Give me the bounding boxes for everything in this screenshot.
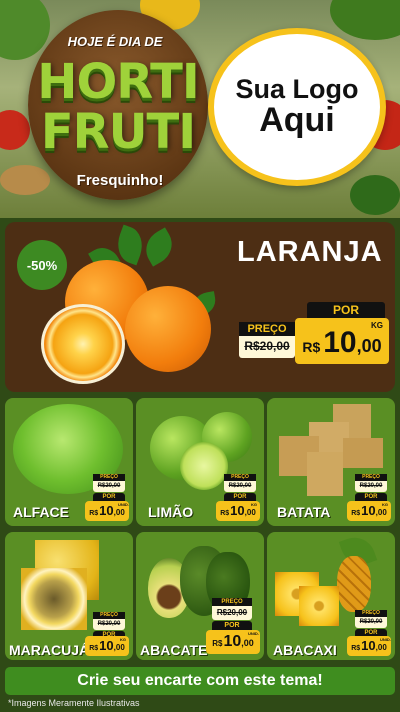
price-integer: 10 xyxy=(99,638,114,653)
product-card-maracuja[interactable]: MARACUJÁ PREÇO R$20,00 POR R$ 10 ,00 KG xyxy=(5,532,133,660)
preco-label: PREÇO xyxy=(239,322,295,336)
old-price: R$20,00 xyxy=(97,483,121,489)
price-integer: 10 xyxy=(323,326,357,359)
price-integer: 10 xyxy=(230,503,245,518)
price-decimal: ,00 xyxy=(113,508,125,517)
old-price-box: PREÇO R$20,00 xyxy=(355,610,387,628)
price-decimal: ,00 xyxy=(113,643,125,652)
por-label: POR xyxy=(93,493,125,501)
leaf-icon xyxy=(139,227,179,267)
preco-label: PREÇO xyxy=(224,474,256,481)
preco-label: PREÇO xyxy=(93,474,125,481)
product-card-abacaxi[interactable]: ABACAXI PREÇO R$20,00 POR R$ 10 ,00 UNID… xyxy=(267,532,395,660)
orange-slice-image xyxy=(41,304,125,384)
discount-badge: -50% xyxy=(17,240,67,290)
price-currency: R$ xyxy=(220,510,230,517)
product-name: LIMÃO xyxy=(148,504,194,520)
old-price-box: PREÇO R$20,00 xyxy=(93,474,125,492)
old-price: R$20,00 xyxy=(97,621,121,627)
product-name: MARACUJÁ xyxy=(9,642,90,658)
price-integer: 10 xyxy=(99,503,114,518)
pineapple-image xyxy=(337,556,371,612)
passion-fruit-half-image xyxy=(21,568,87,630)
product-name: ABACATE xyxy=(140,642,208,658)
price-decimal: ,00 xyxy=(375,508,387,517)
featured-product-name: LARANJA xyxy=(237,236,383,268)
price-currency: R$ xyxy=(302,339,321,355)
product-card-batata[interactable]: BATATA PREÇO R$20,00 POR R$ 10 ,00 KG xyxy=(267,398,395,526)
product-name: BATATA xyxy=(277,504,331,520)
price-decimal: ,00 xyxy=(244,508,256,517)
featured-product-card[interactable]: -50% LARANJA POR PREÇO R$20,00 R$ 10 ,00… xyxy=(5,222,395,392)
price-unit: KG xyxy=(371,321,383,330)
pineapple-slice-image xyxy=(299,586,339,626)
product-name: ABACAXI xyxy=(273,642,337,658)
brand-title-line1: HORTI xyxy=(37,54,199,110)
old-price: R$20,00 xyxy=(216,608,248,617)
price-unit: UNID. xyxy=(380,637,391,642)
por-label: POR xyxy=(307,302,385,318)
disclaimer-text: *Imagens Meramente Ilustrativas xyxy=(8,698,140,708)
price-unit: KG xyxy=(251,502,257,507)
por-label: POR xyxy=(212,621,252,630)
old-price-box: PREÇO R$20,00 xyxy=(93,612,125,630)
price-unit: UNID. xyxy=(118,502,129,507)
new-price-box: R$ 10 ,00 KG xyxy=(295,318,389,364)
preco-label: PREÇO xyxy=(355,474,387,481)
header-tagline: HOJE É DIA DE xyxy=(67,34,163,49)
price-unit: KG xyxy=(120,637,126,642)
logo-text-line2: Aqui xyxy=(259,101,335,140)
price-currency: R$ xyxy=(89,645,99,652)
price-decimal: ,00 xyxy=(375,643,387,652)
logo-placeholder[interactable]: Sua Logo Aqui xyxy=(208,28,386,186)
leaf-decoration xyxy=(330,0,400,40)
cta-banner[interactable]: Crie seu encarte com este tema! xyxy=(5,667,395,695)
por-label: POR xyxy=(224,493,256,501)
brand-title-line2: FRUTI xyxy=(40,104,196,160)
por-label: POR xyxy=(355,493,387,501)
potato-image xyxy=(343,438,383,468)
logo-text-line1: Sua Logo xyxy=(235,73,359,104)
old-price-box: PREÇO R$20,00 xyxy=(239,322,295,358)
price-unit: UNID. xyxy=(248,631,259,636)
price-integer: 10 xyxy=(361,638,376,653)
price-integer: 10 xyxy=(223,633,242,650)
product-card-alface[interactable]: ALFACE PREÇO R$20,00 POR R$ 10 ,00 UNID. xyxy=(5,398,133,526)
old-price-box: PREÇO R$20,00 xyxy=(212,598,252,620)
ginger-decoration xyxy=(0,165,50,195)
price-currency: R$ xyxy=(351,510,361,517)
price-currency: R$ xyxy=(212,639,223,648)
old-price: R$20,00 xyxy=(228,483,252,489)
old-price: R$20,00 xyxy=(244,339,290,353)
product-card-limao[interactable]: LIMÃO PREÇO R$20,00 POR R$ 10 ,00 KG xyxy=(136,398,264,526)
lime-slice-image xyxy=(180,442,228,490)
preco-label: PREÇO xyxy=(355,610,387,617)
price-unit: KG xyxy=(382,502,388,507)
header-subtag: Fresquinho! xyxy=(76,172,164,189)
product-name: ALFACE xyxy=(13,504,69,520)
price-integer: 10 xyxy=(361,503,376,518)
old-price: R$20,00 xyxy=(359,619,383,625)
cucumber-decoration xyxy=(350,175,400,215)
price-decimal: ,00 xyxy=(356,336,382,356)
price-currency: R$ xyxy=(89,510,99,517)
product-card-abacate[interactable]: ABACATE PREÇO R$20,00 POR R$ 10 ,00 UNID… xyxy=(136,532,264,660)
old-price-box: PREÇO R$20,00 xyxy=(224,474,256,492)
potato-image xyxy=(307,452,343,496)
preco-label: PREÇO xyxy=(212,598,252,606)
orange-image xyxy=(125,286,211,372)
price-currency: R$ xyxy=(351,645,361,652)
price-decimal: ,00 xyxy=(241,638,254,648)
preco-label: PREÇO xyxy=(93,612,125,619)
old-price-box: PREÇO R$20,00 xyxy=(355,474,387,492)
header-banner: HOJE É DIA DE HORTI FRUTI Fresquinho! Su… xyxy=(0,0,400,218)
old-price: R$20,00 xyxy=(359,483,383,489)
